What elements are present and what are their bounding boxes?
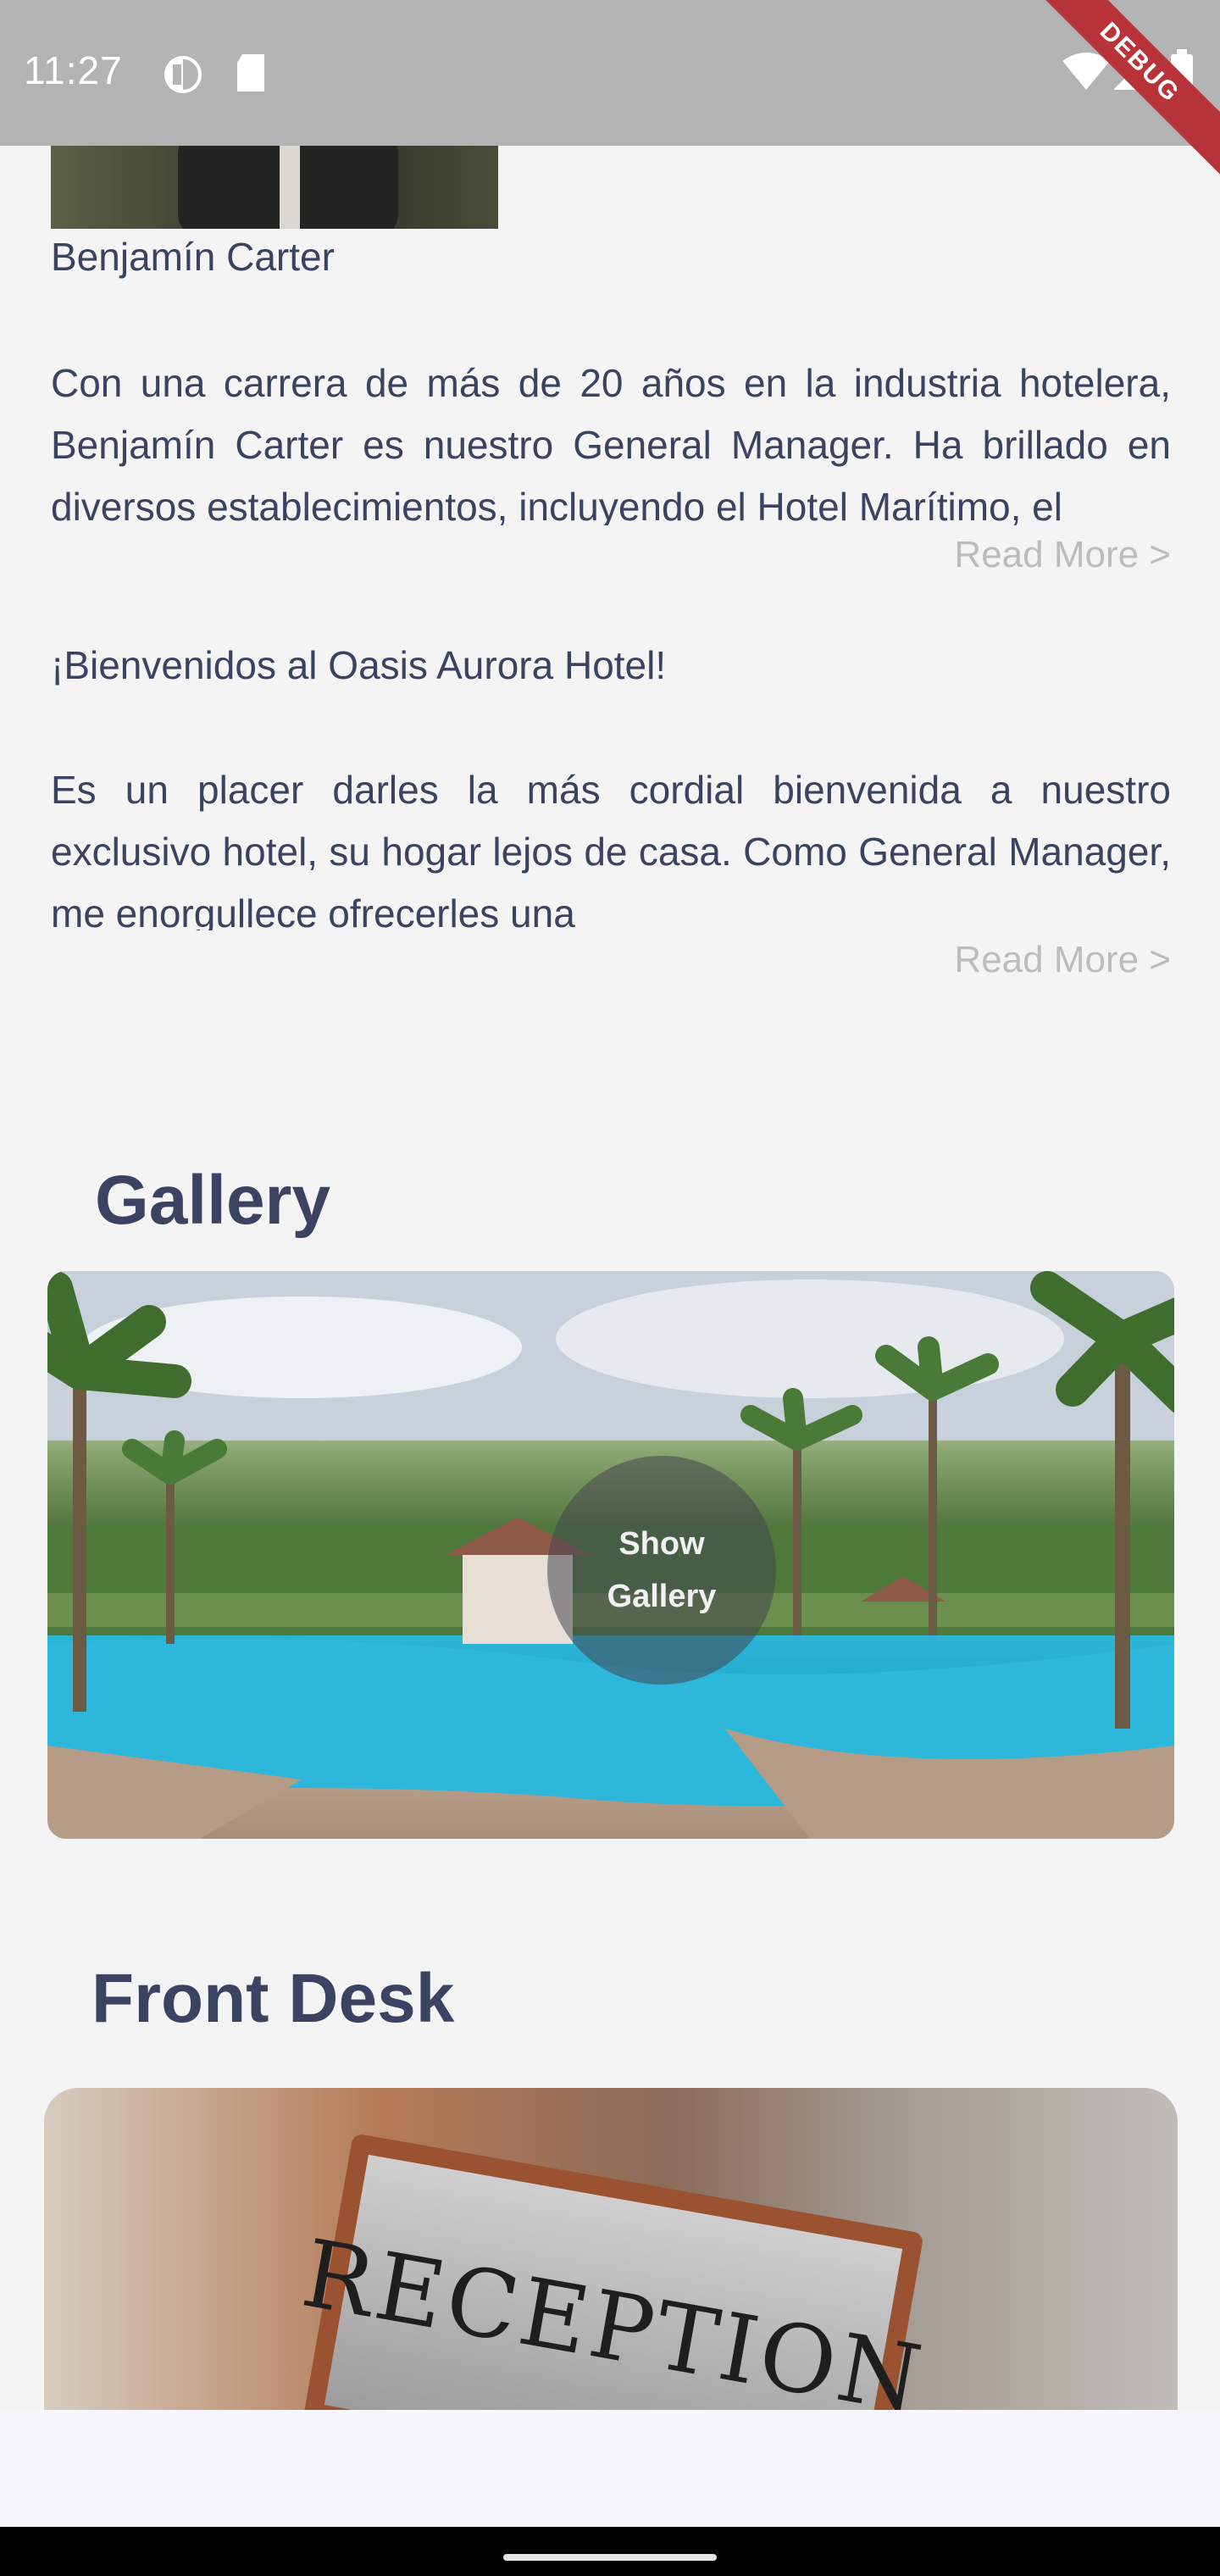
welcome-read-more-link[interactable]: Read More > — [954, 939, 1171, 981]
wifi-icon — [1062, 53, 1110, 94]
show-gallery-button[interactable]: Show Gallery — [547, 1456, 776, 1685]
front-desk-title: Front Desk — [92, 1960, 455, 2037]
manager-name: Benjamín Carter — [51, 235, 335, 279]
show-gallery-label-line2: Gallery — [607, 1579, 717, 1614]
welcome-heading: ¡Bienvenidos al Oasis Aurora Hotel! — [51, 643, 667, 687]
gallery-card[interactable]: Show Gallery — [47, 1271, 1174, 1839]
show-gallery-label-line1: Show — [618, 1526, 705, 1562]
manager-photo — [51, 146, 498, 229]
data-saver-icon — [161, 53, 205, 101]
status-bar: 11:27 DEBUG — [0, 0, 1220, 178]
sd-card-icon — [234, 53, 268, 97]
manager-read-more-link[interactable]: Read More > — [954, 534, 1171, 576]
bottom-panel — [0, 2410, 1220, 2527]
welcome-body: Es un placer darles la más cordial bienv… — [51, 768, 1171, 930]
reception-sign-image: RECEPTION — [295, 2133, 932, 2410]
home-gesture-handle[interactable] — [503, 2554, 717, 2561]
front-desk-card[interactable]: RECEPTION — [44, 2088, 1178, 2410]
gallery-title: Gallery — [95, 1162, 331, 1239]
system-nav-bar — [0, 2527, 1220, 2576]
manager-bio: Con una carrera de más de 20 años en la … — [51, 361, 1171, 525]
status-time: 11:27 — [24, 48, 123, 92]
